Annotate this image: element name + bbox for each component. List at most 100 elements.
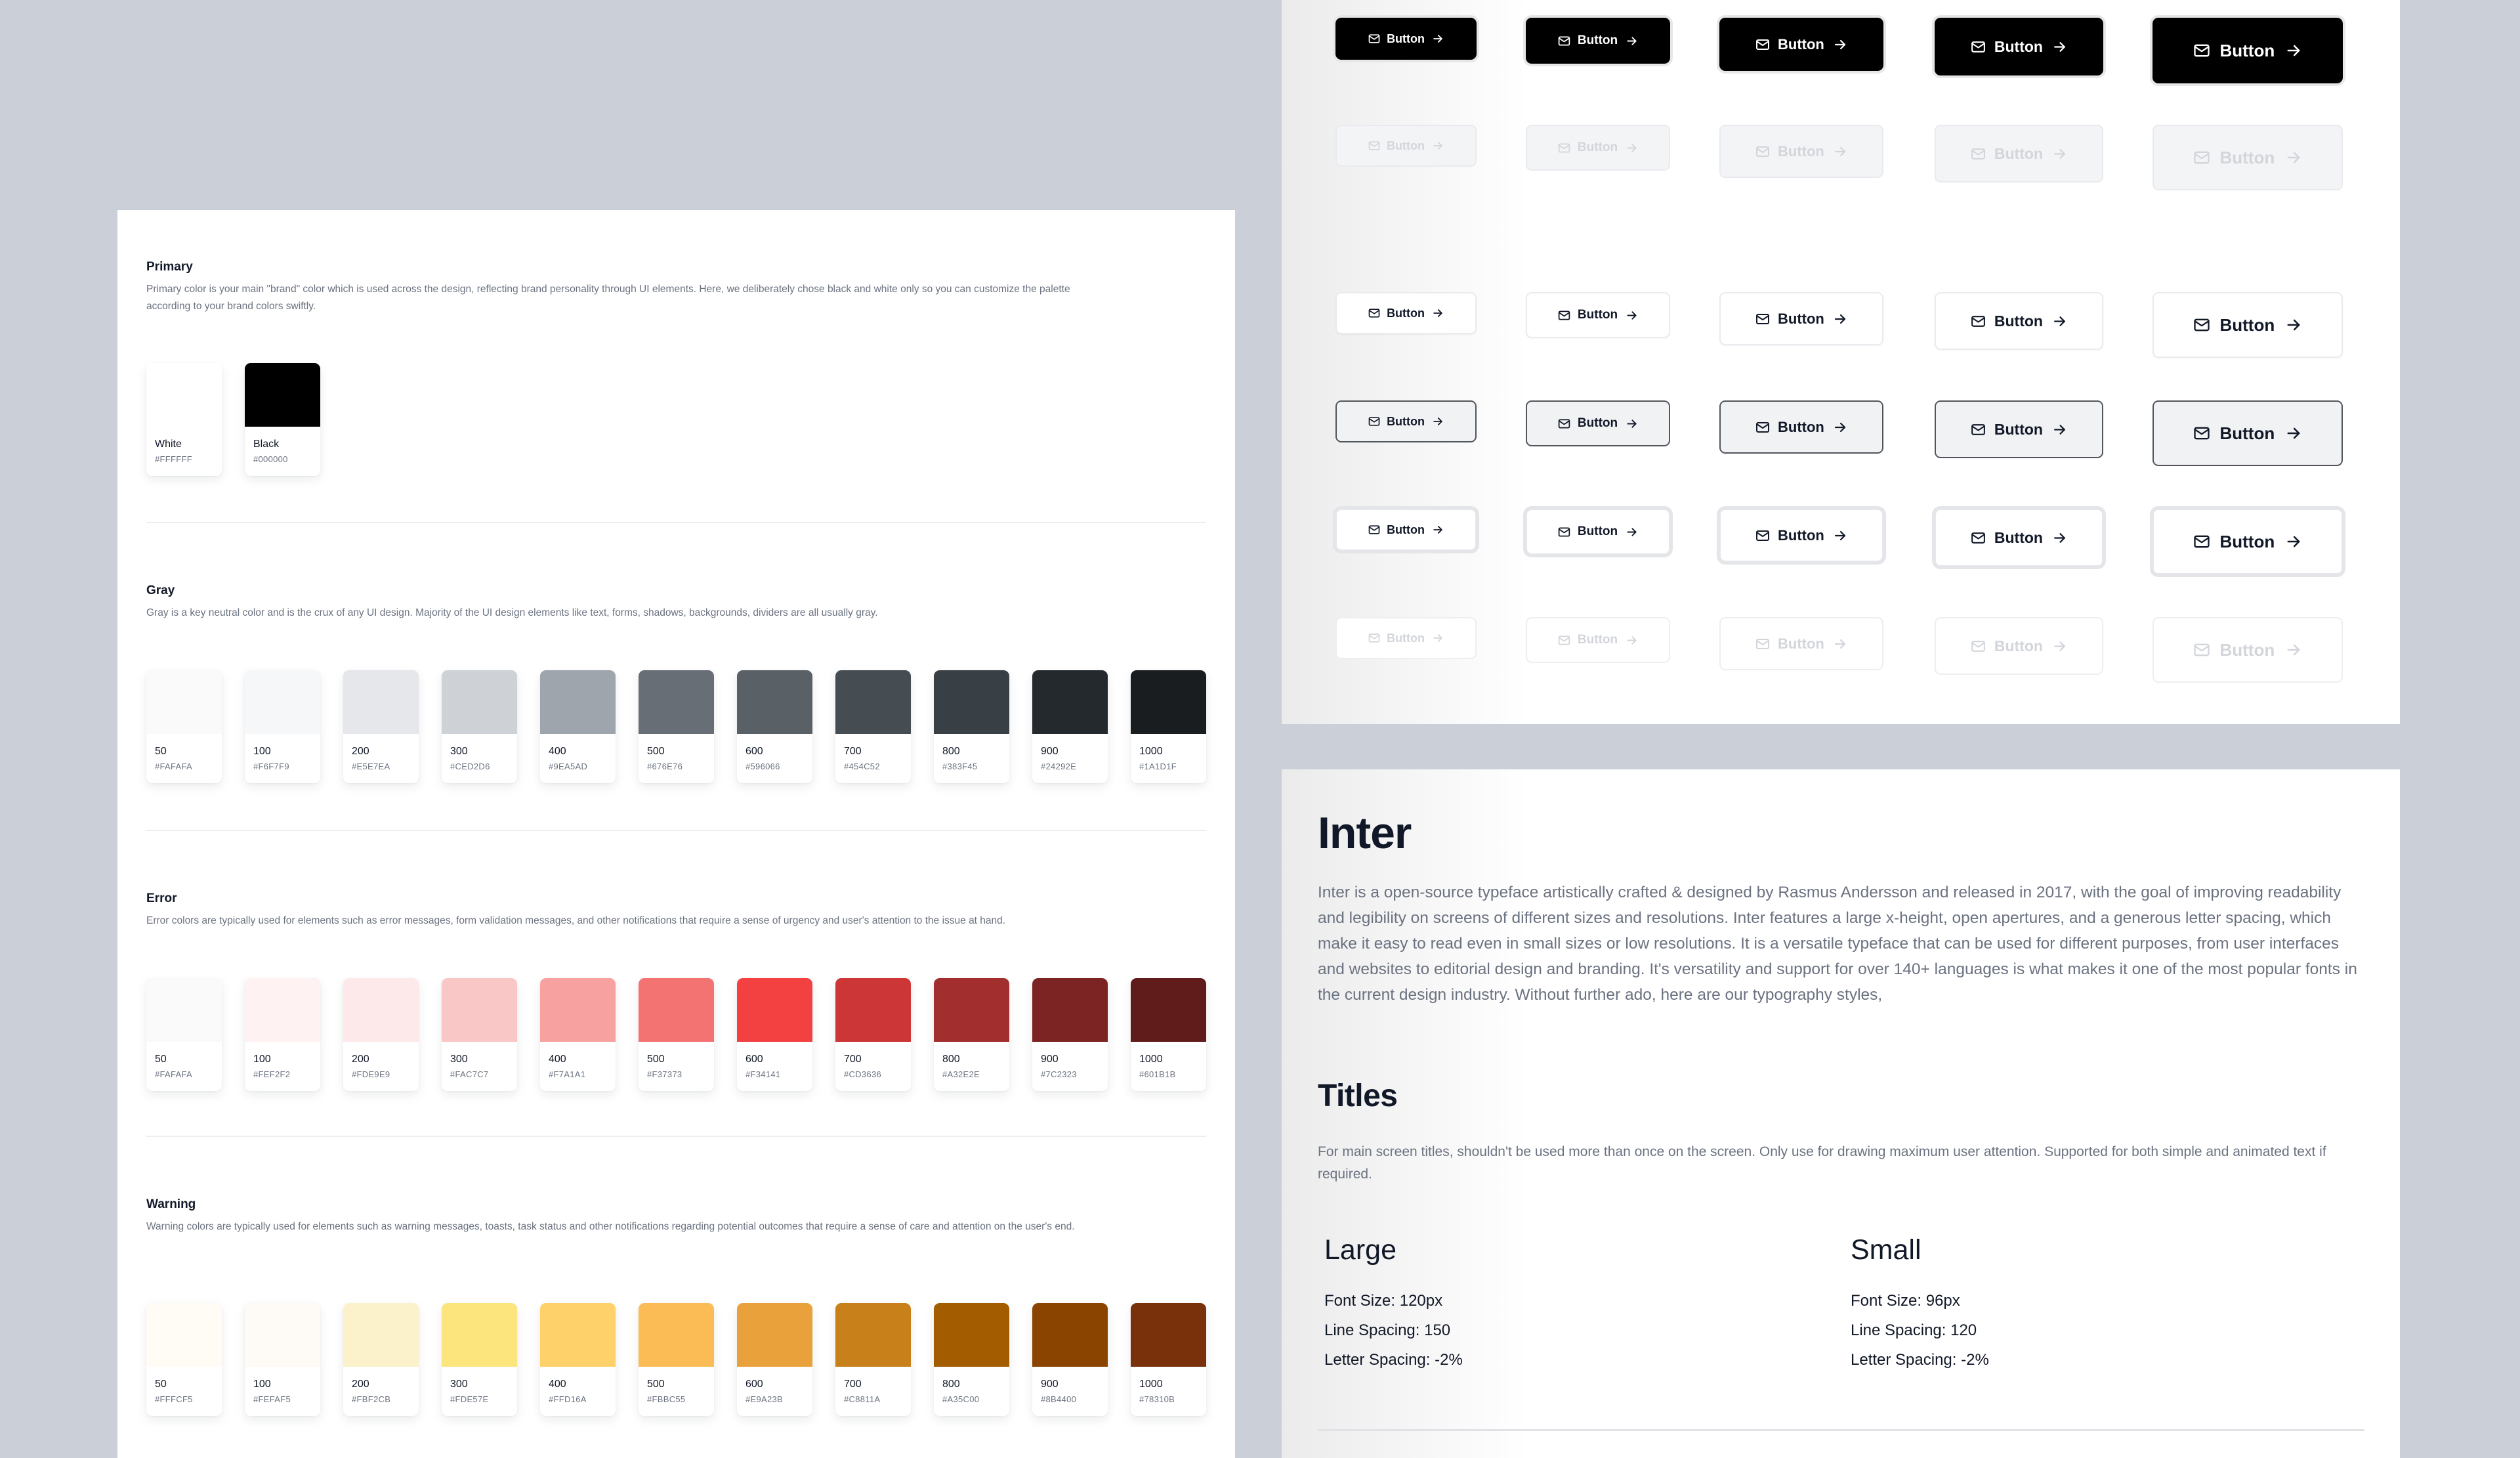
secondary-focused-button-sm[interactable]: Button [1526, 509, 1670, 555]
color-swatch[interactable]: 900 #24292E [1032, 670, 1108, 783]
secondary-default-button-md[interactable]: Button [1719, 292, 1883, 345]
button-label: Button [1387, 32, 1425, 45]
secondary-hover-button-lg[interactable]: Button [1935, 400, 2103, 458]
swatch-name: 700 [844, 1054, 862, 1065]
swatch-name: 500 [647, 1054, 665, 1065]
color-swatch[interactable]: 600 #596066 [737, 670, 812, 783]
color-swatch[interactable]: 400 #F7A1A1 [540, 978, 616, 1091]
secondary-default-button-lg[interactable]: Button [1935, 292, 2103, 350]
letter-spacing-spec: Letter Spacing: -2% [1324, 1351, 1463, 1369]
color-swatch[interactable]: 100 #FEF2F2 [245, 978, 320, 1091]
primary-focused-button-sm[interactable]: Button [1526, 18, 1670, 64]
color-swatch[interactable]: 1000 #78310B [1131, 1303, 1206, 1416]
color-swatch[interactable]: 400 #9EA5AD [540, 670, 616, 783]
button-label: Button [1994, 420, 2043, 438]
primary-focused-button-xs[interactable]: Button [1335, 18, 1477, 60]
color-swatch[interactable]: 50 #FFFCF5 [146, 1303, 222, 1416]
swatch-name: 1000 [1139, 746, 1163, 757]
mail-icon [1755, 37, 1771, 53]
arrow-right-icon [2284, 532, 2303, 551]
swatch-hex: #FFFCF5 [155, 1394, 193, 1404]
button-label: Button [1994, 37, 2043, 55]
color-swatch[interactable]: 200 #FDE9E9 [343, 978, 419, 1091]
color-swatch[interactable]: 300 #CED2D6 [442, 670, 517, 783]
color-swatch[interactable]: 200 #E5E7EA [343, 670, 419, 783]
swatch-color-chip [343, 978, 419, 1042]
color-swatch[interactable]: 500 #FBBC55 [639, 1303, 714, 1416]
section-description: Error colors are typically used for elem… [146, 915, 1006, 926]
color-swatch[interactable]: 600 #E9A23B [737, 1303, 812, 1416]
secondary-default-button-xs[interactable]: Button [1335, 292, 1477, 334]
secondary-focused-button-lg[interactable]: Button [1935, 509, 2103, 567]
primary-disabled-button-xs: Button [1335, 125, 1477, 167]
secondary-focused-button-xs[interactable]: Button [1335, 509, 1477, 551]
color-swatch[interactable]: 500 #F37373 [639, 978, 714, 1091]
color-swatch[interactable]: 800 #A32E2E [934, 978, 1009, 1091]
arrow-right-icon [2051, 530, 2068, 546]
color-swatch[interactable]: 800 #A35C00 [934, 1303, 1009, 1416]
title-style-small: Small Font Size: 96px Line Spacing: 120 … [1851, 1234, 1989, 1375]
primary-focused-button-md[interactable]: Button [1719, 18, 1883, 71]
swatch-name: 600 [746, 746, 763, 757]
color-swatch[interactable]: 700 #C8811A [835, 1303, 911, 1416]
secondary-focused-button-md[interactable]: Button [1719, 509, 1883, 562]
swatch-name: 700 [844, 746, 862, 757]
swatch-name: 900 [1041, 1379, 1059, 1390]
gray-section: Gray Gray is a key neutral color and is … [146, 583, 1206, 783]
swatch-hex: #7C2323 [1041, 1069, 1077, 1079]
color-swatch[interactable]: 1000 #1A1D1F [1131, 670, 1206, 783]
secondary-default-button-xl[interactable]: Button [2152, 292, 2343, 358]
color-swatch[interactable]: 300 #FAC7C7 [442, 978, 517, 1091]
primary-disabled-button-sm: Button [1526, 125, 1670, 171]
color-swatch[interactable]: Black #000000 [245, 363, 320, 476]
button-label: Button [1778, 310, 1824, 327]
swatch-color-chip [1131, 978, 1206, 1042]
primary-focused-button-xl[interactable]: Button [2152, 18, 2343, 83]
secondary-disabled-button-md: Button [1719, 617, 1883, 670]
color-swatch[interactable]: 400 #FFD16A [540, 1303, 616, 1416]
arrow-right-icon [2284, 41, 2303, 60]
color-swatch[interactable]: 100 #FEFAF5 [245, 1303, 320, 1416]
arrow-right-icon [1625, 417, 1639, 431]
color-swatch[interactable]: 900 #8B4400 [1032, 1303, 1108, 1416]
arrow-right-icon [2284, 424, 2303, 442]
secondary-hover-button-xs[interactable]: Button [1335, 400, 1477, 442]
color-swatch[interactable]: 700 #454C52 [835, 670, 911, 783]
color-swatch[interactable]: 50 #FAFAFA [146, 670, 222, 783]
color-swatch[interactable]: 800 #383F45 [934, 670, 1009, 783]
swatch-hex: #FAC7C7 [450, 1069, 489, 1079]
button-states-panel: Button Button Button Button Button Button Butt… [1282, 0, 2400, 724]
swatch-name: 200 [352, 746, 369, 757]
swatch-color-chip [835, 670, 911, 734]
color-swatch[interactable]: 100 #F6F7F9 [245, 670, 320, 783]
secondary-hover-button-sm[interactable]: Button [1526, 400, 1670, 446]
swatch-name: 900 [1041, 1054, 1059, 1065]
arrow-right-icon [1431, 523, 1444, 536]
color-swatch[interactable]: 300 #FDE57E [442, 1303, 517, 1416]
swatch-hex: #9EA5AD [549, 761, 588, 771]
button-label: Button [1994, 312, 2043, 330]
color-swatch[interactable]: 700 #CD3636 [835, 978, 911, 1091]
color-swatch[interactable]: 500 #676E76 [639, 670, 714, 783]
swatch-name: 500 [647, 1379, 665, 1390]
swatch-name: 400 [549, 1379, 566, 1390]
color-swatch[interactable]: 600 #F34141 [737, 978, 812, 1091]
swatch-name: 50 [155, 1379, 167, 1390]
secondary-focused-button-xl[interactable]: Button [2152, 509, 2343, 574]
swatch-name: 400 [549, 1054, 566, 1065]
swatch-name: 800 [942, 1054, 960, 1065]
color-swatch[interactable]: 50 #FAFAFA [146, 978, 222, 1091]
secondary-hover-button-md[interactable]: Button [1719, 400, 1883, 454]
color-swatch[interactable]: 200 #FBF2CB [343, 1303, 419, 1416]
color-swatch[interactable]: 1000 #601B1B [1131, 978, 1206, 1091]
primary-focused-button-lg[interactable]: Button [1935, 18, 2103, 75]
arrow-right-icon [1431, 139, 1444, 152]
mail-icon [1970, 146, 1986, 162]
secondary-default-button-sm[interactable]: Button [1526, 292, 1670, 338]
swatch-color-chip [1131, 1303, 1206, 1367]
color-swatch[interactable]: 900 #7C2323 [1032, 978, 1108, 1091]
secondary-hover-button-xl[interactable]: Button [2152, 400, 2343, 466]
button-label: Button [1577, 140, 1618, 154]
mail-icon [2193, 148, 2211, 167]
color-swatch[interactable]: White #FFFFFF [146, 363, 222, 476]
